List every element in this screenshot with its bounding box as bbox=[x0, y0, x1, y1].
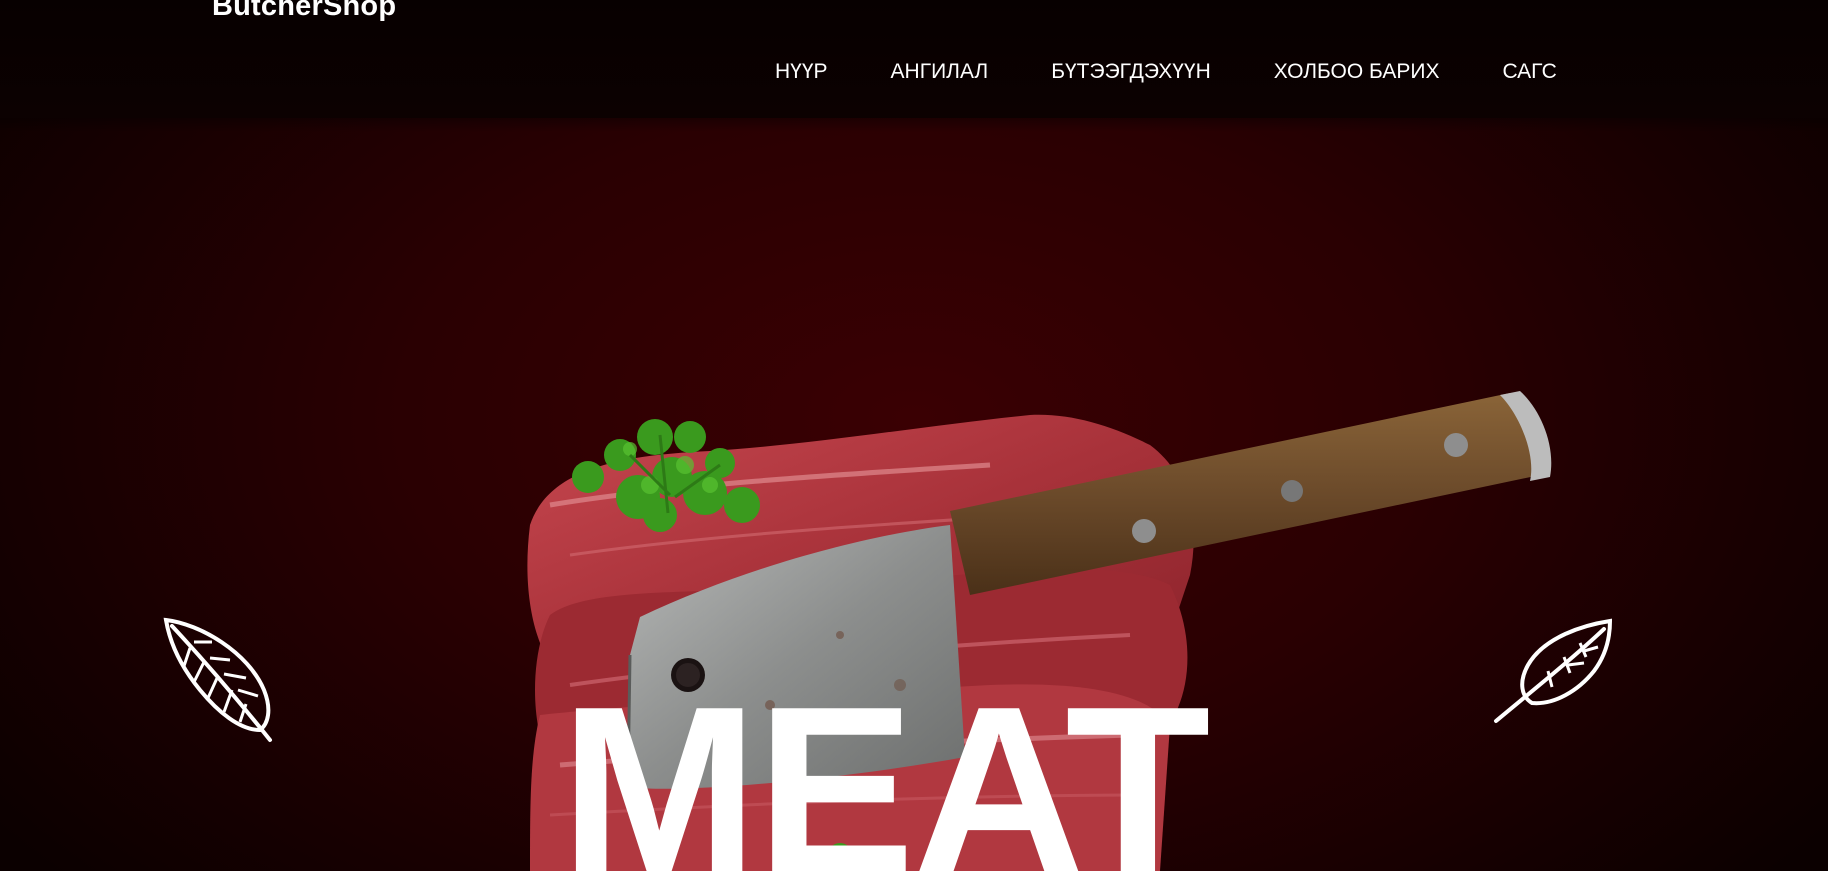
site-header: ButcherShop НҮҮР АНГИЛАЛ БҮТЭЭГДЭХҮҮН ХО… bbox=[0, 0, 1828, 118]
main-nav: НҮҮР АНГИЛАЛ БҮТЭЭГДЭХҮҮН ХОЛБОО БАРИХ С… bbox=[775, 60, 1557, 84]
hero-title: MEAT bbox=[560, 658, 1211, 871]
page: MEAT ButcherShop НҮҮР АНГИЛАЛ БҮТЭЭГДЭХҮ… bbox=[0, 0, 1828, 871]
nav-item-products[interactable]: БҮТЭЭГДЭХҮҮН bbox=[1051, 60, 1211, 84]
nav-item-contact[interactable]: ХОЛБОО БАРИХ bbox=[1274, 60, 1440, 84]
logo[interactable]: ButcherShop bbox=[212, 0, 396, 23]
nav-item-home[interactable]: НҮҮР bbox=[775, 60, 828, 84]
header-shadow bbox=[0, 118, 1828, 132]
nav-item-cart[interactable]: САГС bbox=[1502, 60, 1556, 84]
nav-item-categories[interactable]: АНГИЛАЛ bbox=[891, 60, 989, 84]
leaf-icon bbox=[163, 617, 272, 742]
